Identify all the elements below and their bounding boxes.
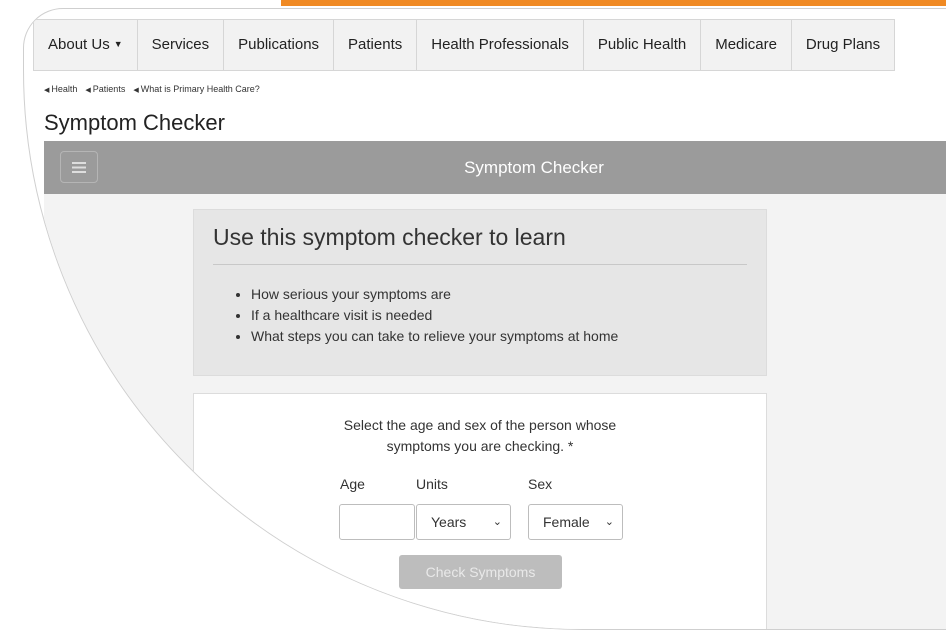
nav-item-medicare[interactable]: Medicare	[701, 20, 792, 70]
age-sex-form: Select the age and sex of the person who…	[193, 393, 767, 629]
widget-title: Symptom Checker	[464, 158, 604, 177]
caret-down-icon: ▼	[113, 39, 123, 49]
nav-item-label: About Us	[48, 36, 110, 53]
age-input[interactable]	[339, 504, 415, 540]
breadcrumb: ◀ Health ◀ Patients ◀ What is Primary Healt…	[44, 84, 260, 94]
chevron-down-icon: ⌄	[604, 516, 614, 528]
age-label: Age	[340, 476, 365, 492]
list-item: How serious your symptoms are	[251, 284, 618, 305]
divider	[213, 264, 747, 265]
units-select-value: Years	[431, 514, 467, 530]
caret-left-icon: ◀	[44, 87, 50, 94]
widget-header: Symptom Checker	[44, 141, 946, 194]
browser-frame: About Us ▼ Services Publications Patients…	[23, 8, 946, 630]
check-symptoms-button[interactable]: Check Symptoms	[399, 555, 562, 589]
info-list: How serious your symptoms are If a healt…	[213, 284, 618, 347]
sex-select-value: Female	[543, 514, 590, 530]
nav-item-label: Patients	[348, 36, 403, 53]
nav-item-patients[interactable]: Patients	[334, 20, 418, 70]
units-select[interactable]: Years ⌄	[416, 504, 511, 540]
form-prompt-line-2: symptoms you are checking. *	[386, 438, 574, 454]
nav-item-about-us[interactable]: About Us ▼	[34, 20, 138, 70]
sex-select[interactable]: Female ⌄	[528, 504, 623, 540]
page-title: Symptom Checker	[44, 110, 225, 135]
nav-item-drug-plans[interactable]: Drug Plans	[792, 20, 894, 70]
nav-item-label: Public Health	[597, 36, 687, 53]
caret-left-icon: ◀	[85, 87, 91, 94]
info-heading: Use this symptom checker to learn	[213, 224, 566, 250]
nav-item-label: Publications	[238, 36, 320, 53]
nav-item-health-professionals[interactable]: Health Professionals	[417, 20, 584, 70]
list-item: What steps you can take to relieve your …	[251, 326, 618, 347]
nav-item-label: Medicare	[715, 36, 777, 53]
breadcrumb-link-health[interactable]: ◀ Health	[44, 84, 77, 94]
nav-item-publications[interactable]: Publications	[224, 20, 335, 70]
main-nav: About Us ▼ Services Publications Patients…	[33, 19, 896, 71]
units-label: Units	[416, 476, 448, 492]
info-card: Use this symptom checker to learn How se…	[193, 209, 767, 376]
breadcrumb-link-primary-care[interactable]: ◀ What is Primary Health Care?	[133, 84, 259, 94]
top-accent-bar	[281, 0, 946, 6]
nav-item-label: Services	[151, 36, 210, 53]
form-prompt-line-1: Select the age and sex of the person who…	[343, 417, 617, 433]
nav-item-label: Health Professionals	[431, 36, 569, 53]
widget-body: Use this symptom checker to learn How se…	[44, 194, 946, 629]
nav-item-public-health[interactable]: Public Health	[584, 20, 702, 70]
nav-item-label: Drug Plans	[805, 36, 881, 53]
breadcrumb-link-patients[interactable]: ◀ Patients	[85, 84, 125, 94]
caret-left-icon: ◀	[133, 87, 139, 94]
list-item: If a healthcare visit is needed	[251, 305, 618, 326]
sex-label: Sex	[528, 476, 553, 492]
nav-item-services[interactable]: Services	[138, 20, 225, 70]
check-symptoms-label: Check Symptoms	[425, 564, 536, 580]
chevron-down-icon: ⌄	[492, 516, 502, 528]
